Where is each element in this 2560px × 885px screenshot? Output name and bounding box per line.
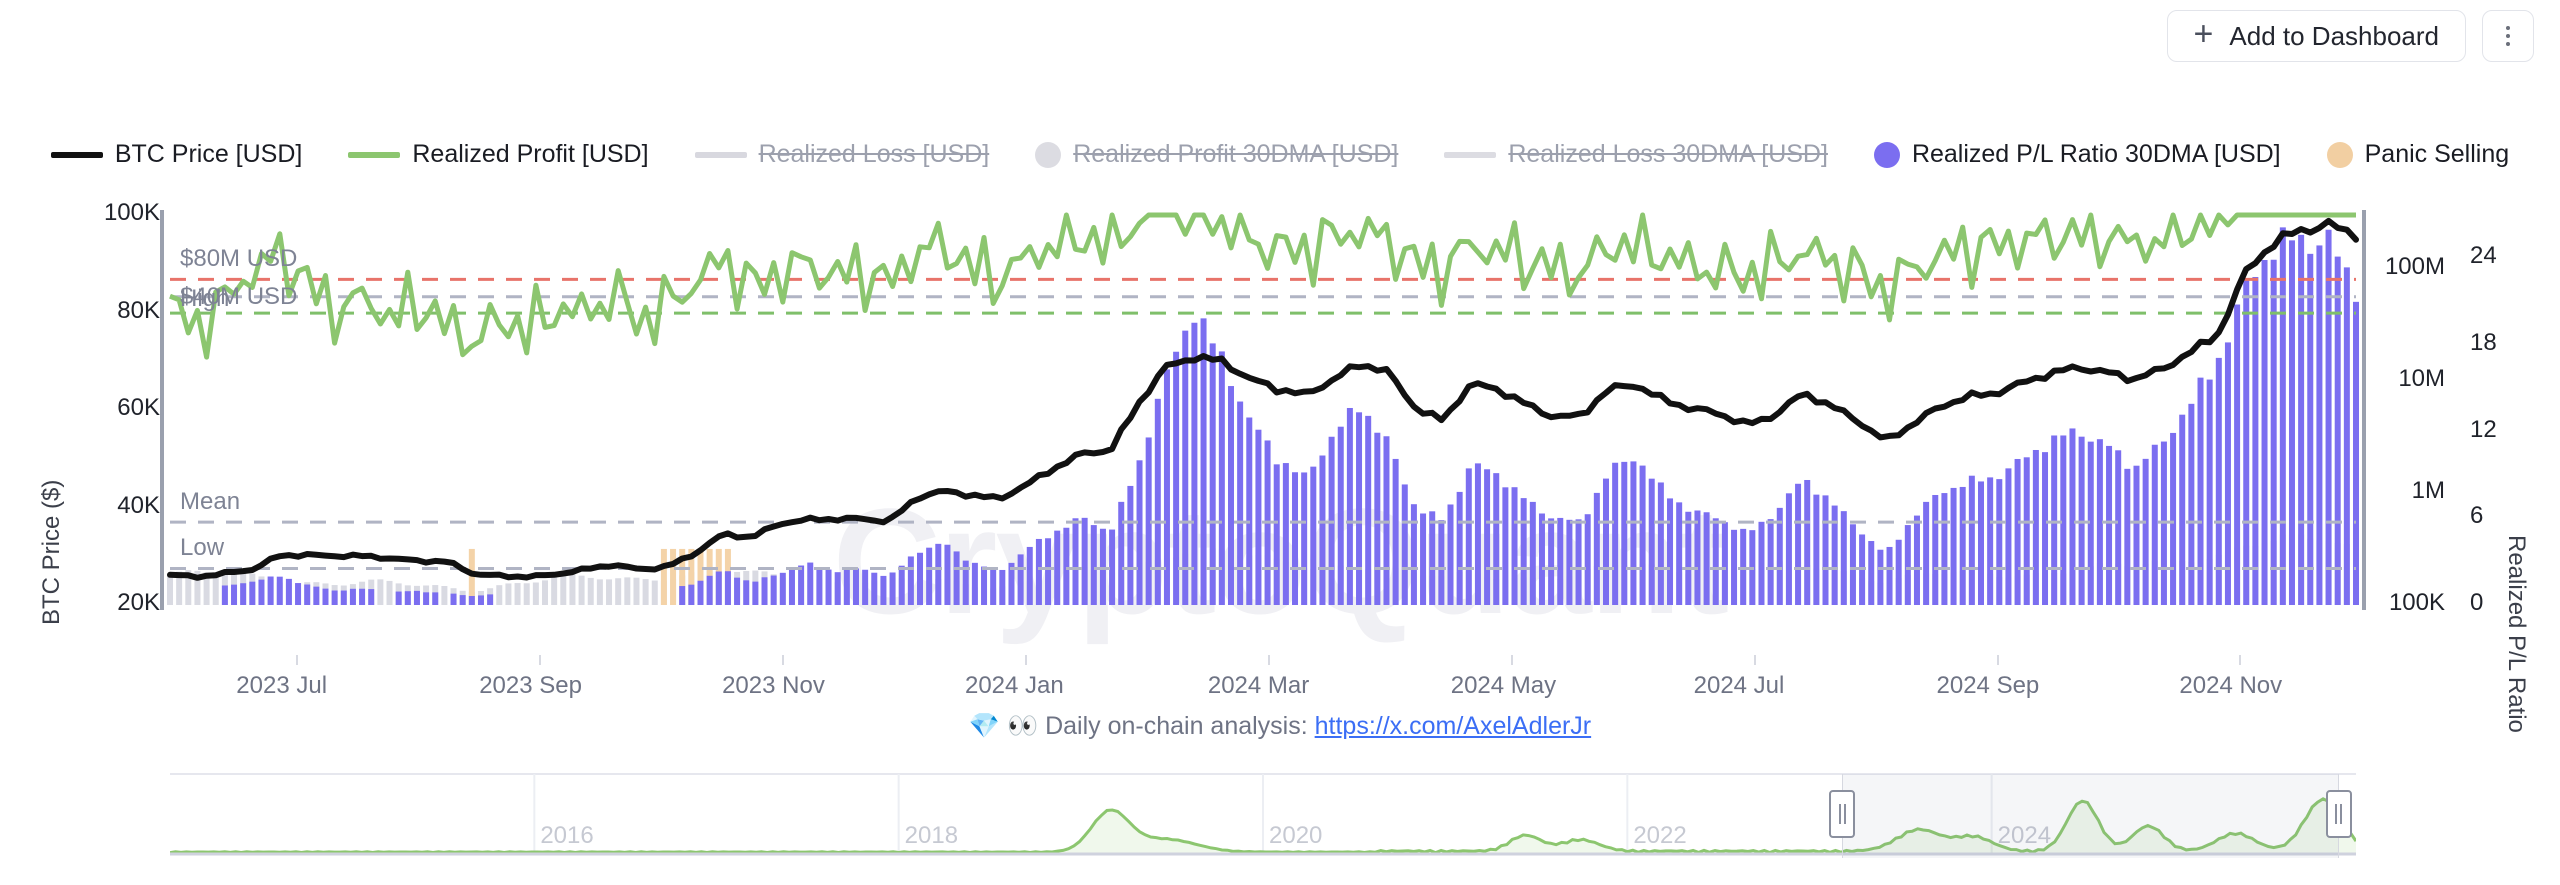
y-tick-right-outer: 18: [2470, 329, 2497, 356]
footer-text: Daily on-chain analysis:: [1045, 712, 1308, 740]
y-tick-right-outer: 24: [2470, 242, 2497, 270]
handle-grip-1: [1838, 804, 1841, 824]
x-tick-mark: [1753, 655, 1756, 665]
add-to-dashboard-label: Add to Dashboard: [2229, 20, 2439, 51]
more-options-button[interactable]: [2482, 10, 2534, 62]
x-tick-label: 2024 May: [1450, 672, 1557, 699]
x-tick-mark: [2239, 655, 2242, 665]
eyes-icon: 👀: [1006, 712, 1039, 740]
y-tick-right-outer: 12: [2470, 415, 2497, 443]
y-tick-right-inner: 1M: [2411, 476, 2445, 504]
legend-item-label: Realized Loss [USD]: [758, 140, 990, 168]
navigator-year-label: 2022: [1633, 822, 1687, 849]
legend-item-label: BTC Price [USD]: [114, 140, 303, 168]
annotation-mean: Mean: [180, 488, 241, 516]
chart-header-toolbar: + Add to Dashboard: [0, 0, 2560, 72]
annotation-low: Low: [180, 534, 225, 562]
x-tick-label: 2024 Sep: [1936, 672, 2040, 699]
handle-grip-1: [2335, 804, 2337, 824]
legend-item-panic-selling[interactable]: Panic Selling: [2326, 140, 2510, 169]
legend-item-realized-p-l-ratio-30dma-usd[interactable]: Realized P/L Ratio 30DMA [USD]: [1873, 140, 2281, 169]
legend-item-label: Realized P/L Ratio 30DMA [USD]: [1911, 140, 2281, 168]
gem-icon: 💎: [968, 712, 1001, 740]
legend-item-realized-profit-30dma-usd[interactable]: Realized Profit 30DMA [USD]: [1035, 140, 1398, 169]
y-tick-left: 80K: [117, 296, 160, 324]
x-tick-label: 2023 Sep: [479, 672, 582, 699]
chart-footer: 💎 👀 Daily on-chain analysis: https://x.c…: [0, 712, 2560, 741]
x-tick-label: 2023 Nov: [722, 672, 825, 699]
y-tick-left: 60K: [117, 394, 160, 421]
author-profile-link[interactable]: https://x.com/AxelAdlerJr: [1315, 712, 1591, 740]
annotation-80m-usd: $80M USD: [180, 245, 298, 273]
more-vertical-icon-dot3: [2506, 42, 2510, 46]
legend-item-realized-loss-usd[interactable]: Realized Loss [USD]: [694, 140, 990, 169]
navigator-left-handle[interactable]: [1829, 790, 1856, 838]
plus-icon: +: [2193, 15, 2214, 53]
x-tick-mark: [1024, 655, 1027, 665]
pl-ratio-bars: [221, 227, 2359, 606]
chart-legend: BTC Price [USD] Realized Profit [USD] Real…: [0, 140, 2560, 169]
x-tick-label: 2023 Jul: [236, 672, 328, 699]
chart-page: + Add to Dashboard BTC Price [USD] Realiz…: [0, 0, 2560, 885]
navigator-year-label: 2016: [540, 822, 594, 849]
legend-swatch-line: [1444, 151, 1497, 158]
x-tick-mark: [539, 655, 542, 665]
more-vertical-icon-dot1: [2506, 26, 2510, 30]
navigator-year-label: 2020: [1269, 822, 1323, 849]
annotation-40m-usd: $40M USD: [180, 283, 298, 311]
chart-canvas: [160, 210, 2366, 610]
legend-swatch-line: [348, 151, 401, 158]
y-tick-left: 100K: [103, 199, 160, 226]
y-tick-right-inner: 10M: [2398, 364, 2445, 392]
range-navigator[interactable]: 2016 2018 2020 2022 2024: [170, 768, 2356, 868]
legend-swatch-line: [694, 151, 747, 158]
x-tick-mark: [296, 655, 299, 665]
navigator-right-handle[interactable]: [2325, 790, 2352, 838]
legend-item-realized-loss-30dma-usd[interactable]: Realized Loss 30DMA [USD]: [1444, 140, 1828, 169]
legend-item-btc-price-usd[interactable]: BTC Price [USD]: [50, 140, 303, 169]
navigator-year-label: 2018: [904, 822, 959, 849]
x-tick-mark: [1267, 655, 1270, 665]
legend-item-label: Panic Selling: [2364, 140, 2510, 168]
x-tick-label: 2024 Nov: [2179, 672, 2283, 699]
navigator-selection-mask[interactable]: [1842, 774, 2339, 858]
realized-profit-line: [169, 212, 2356, 360]
x-tick-label: 2024 Jul: [1693, 672, 1785, 699]
more-vertical-icon-dot2: [2506, 34, 2510, 38]
legend-swatch-dot: [2326, 141, 2353, 168]
handle-grip-2: [1843, 804, 1846, 824]
handle-grip-2: [2340, 804, 2342, 824]
y-tick-right-inner: 100K: [2388, 589, 2445, 616]
y-tick-left: 20K: [117, 589, 160, 616]
chart-plot-area: BTC Price ($) Realized P/L Ratio CryptoQ…: [0, 199, 2560, 733]
legend-swatch-dot: [1035, 141, 1062, 168]
x-tick-label: 2024 Mar: [1207, 672, 1310, 699]
legend-item-label: Realized Loss 30DMA [USD]: [1508, 140, 1828, 168]
legend-item-label: Realized Profit [USD]: [412, 140, 649, 168]
y-tick-right-inner: 100M: [2384, 252, 2445, 280]
x-tick-mark: [1510, 655, 1513, 665]
x-tick-mark: [1996, 655, 1999, 665]
legend-item-label: Realized Profit 30DMA [USD]: [1073, 140, 1399, 168]
legend-swatch-line: [50, 151, 103, 158]
x-tick-label: 2024 Jan: [964, 672, 1064, 699]
y-tick-right-outer: 6: [2470, 502, 2484, 530]
legend-item-realized-profit-usd[interactable]: Realized Profit [USD]: [348, 140, 649, 169]
legend-swatch-dot: [1873, 141, 1900, 168]
y-tick-right-outer: 0: [2470, 589, 2484, 616]
add-to-dashboard-button[interactable]: + Add to Dashboard: [2166, 10, 2466, 62]
y-tick-left: 40K: [117, 491, 160, 519]
x-tick-mark: [782, 655, 785, 665]
